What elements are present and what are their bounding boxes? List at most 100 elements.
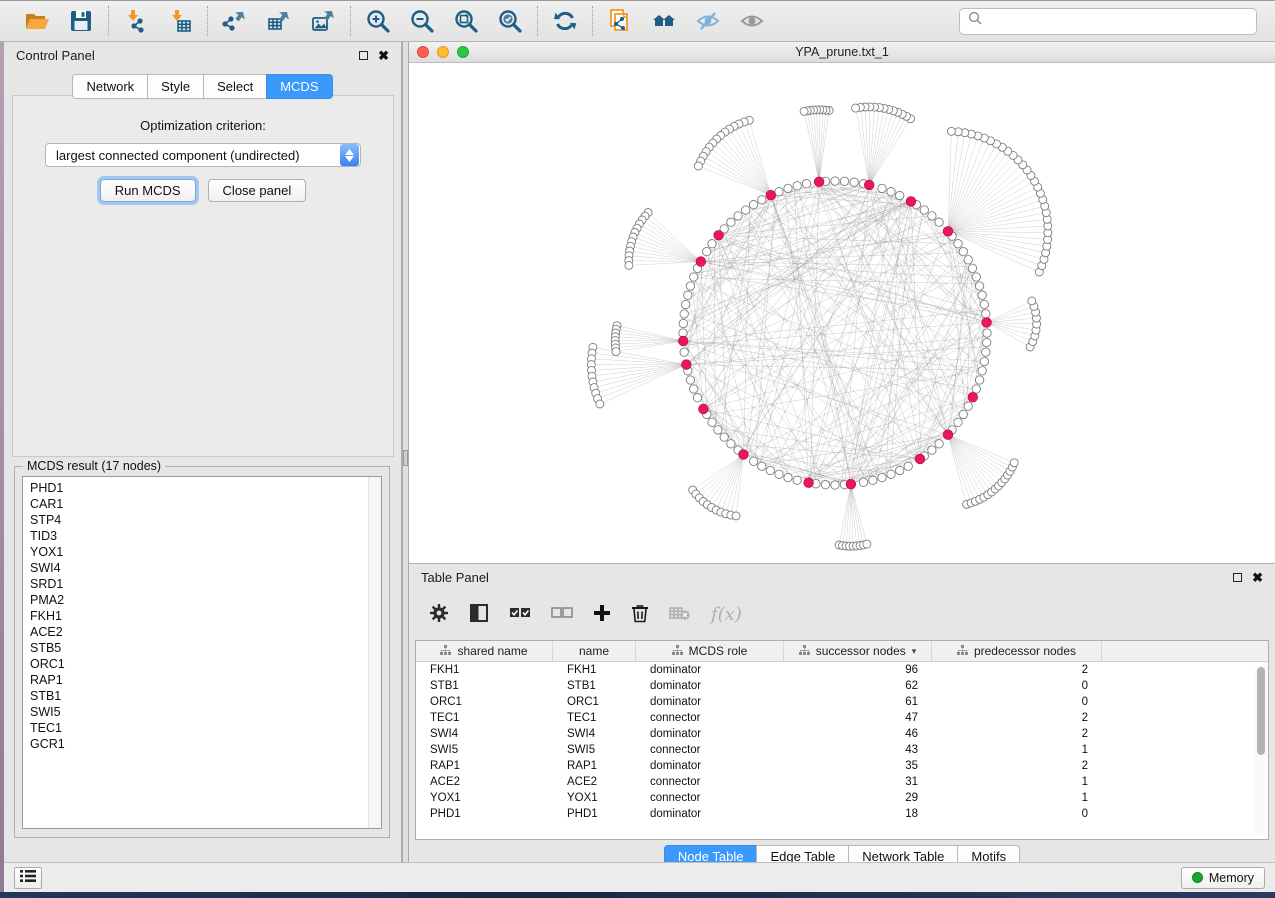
mcds-result-item[interactable]: FKH1	[30, 608, 381, 624]
delete-column-button[interactable]	[631, 601, 649, 627]
table-cell[interactable]: dominator	[636, 758, 784, 774]
table-cell[interactable]: ACE2	[416, 774, 553, 790]
column-header-shared-name[interactable]: shared name	[416, 641, 553, 661]
zoom-in-button[interactable]	[363, 6, 393, 36]
mcds-result-item[interactable]: STB5	[30, 640, 381, 656]
table-cell[interactable]: 35	[784, 758, 932, 774]
tab-style[interactable]: Style	[147, 74, 203, 99]
show-all-button[interactable]	[737, 6, 767, 36]
table-cell[interactable]: connector	[636, 790, 784, 806]
table-scrollbar-thumb[interactable]	[1257, 667, 1265, 755]
import-network-button[interactable]	[121, 6, 151, 36]
table-cell[interactable]: dominator	[636, 806, 784, 822]
mcds-result-scrollbar[interactable]	[368, 477, 381, 828]
table-cell[interactable]: 2	[932, 662, 1102, 678]
network-canvas[interactable]	[409, 63, 1275, 562]
panel-splitter[interactable]	[402, 42, 409, 862]
share-document-button[interactable]	[605, 6, 635, 36]
table-cell[interactable]: connector	[636, 742, 784, 758]
tab-network[interactable]: Network	[72, 74, 147, 99]
table-cell[interactable]: 31	[784, 774, 932, 790]
save-session-button[interactable]	[66, 6, 96, 36]
mcds-result-item[interactable]: TEC1	[30, 720, 381, 736]
table-cell[interactable]: SWI5	[416, 742, 553, 758]
mcds-result-item[interactable]: ORC1	[30, 656, 381, 672]
table-cell[interactable]: 2	[932, 758, 1102, 774]
table-row[interactable]: STB1STB1dominator620	[416, 678, 1268, 694]
mcds-result-item[interactable]: PHD1	[30, 480, 381, 496]
table-cell[interactable]: SWI4	[553, 726, 636, 742]
search-box[interactable]	[959, 8, 1257, 35]
criterion-dropdown[interactable]: largest connected component (undirected)	[45, 143, 361, 167]
table-cell[interactable]: 61	[784, 694, 932, 710]
column-header-successor-nodes[interactable]: successor nodes▾	[784, 641, 932, 661]
table-row[interactable]: ORC1ORC1dominator610	[416, 694, 1268, 710]
column-header-MCDS-role[interactable]: MCDS role	[636, 641, 784, 661]
table-cell[interactable]: connector	[636, 774, 784, 790]
mcds-result-item[interactable]: PMA2	[30, 592, 381, 608]
open-file-button[interactable]	[22, 6, 52, 36]
table-row[interactable]: SWI5SWI5connector431	[416, 742, 1268, 758]
tab-mcds[interactable]: MCDS	[266, 74, 332, 99]
table-cell[interactable]: 0	[932, 694, 1102, 710]
mcds-result-item[interactable]: RAP1	[30, 672, 381, 688]
table-cell[interactable]: ORC1	[416, 694, 553, 710]
table-cell[interactable]: 0	[932, 806, 1102, 822]
export-network-button[interactable]	[220, 6, 250, 36]
table-cell[interactable]: connector	[636, 710, 784, 726]
table-row[interactable]: TEC1TEC1connector472	[416, 710, 1268, 726]
network-graph[interactable]	[409, 63, 1275, 562]
mcds-result-item[interactable]: SWI4	[30, 560, 381, 576]
zoom-selected-button[interactable]	[495, 6, 525, 36]
float-table-panel-button[interactable]	[1233, 573, 1242, 582]
hide-selected-button[interactable]	[693, 6, 723, 36]
memory-button[interactable]: Memory	[1181, 867, 1265, 889]
column-header-predecessor-nodes[interactable]: predecessor nodes	[932, 641, 1102, 661]
table-cell[interactable]: dominator	[636, 726, 784, 742]
table-cell[interactable]: PHD1	[553, 806, 636, 822]
mcds-result-item[interactable]: GCR1	[30, 736, 381, 752]
run-mcds-button[interactable]: Run MCDS	[100, 179, 196, 202]
zoom-out-button[interactable]	[407, 6, 437, 36]
select-all-checkbox-button[interactable]	[509, 601, 531, 627]
table-cell[interactable]: TEC1	[553, 710, 636, 726]
table-cell[interactable]: YOX1	[416, 790, 553, 806]
table-cell[interactable]: 1	[932, 774, 1102, 790]
table-scrollbar[interactable]	[1255, 665, 1267, 835]
table-cell[interactable]: 47	[784, 710, 932, 726]
show-columns-button[interactable]	[469, 601, 489, 627]
table-cell[interactable]: 0	[932, 678, 1102, 694]
mcds-result-item[interactable]: TID3	[30, 528, 381, 544]
table-cell[interactable]: 62	[784, 678, 932, 694]
table-cell[interactable]: 1	[932, 742, 1102, 758]
mcds-result-item[interactable]: STP4	[30, 512, 381, 528]
table-cell[interactable]: PHD1	[416, 806, 553, 822]
export-image-button[interactable]	[308, 6, 338, 36]
tab-select[interactable]: Select	[203, 74, 266, 99]
table-cell[interactable]: 96	[784, 662, 932, 678]
deselect-all-checkbox-button[interactable]	[551, 601, 573, 627]
table-cell[interactable]: FKH1	[553, 662, 636, 678]
mcds-result-item[interactable]: YOX1	[30, 544, 381, 560]
table-cell[interactable]: SWI4	[416, 726, 553, 742]
float-panel-button[interactable]	[359, 51, 368, 60]
table-cell[interactable]: FKH1	[416, 662, 553, 678]
table-cell[interactable]: TEC1	[416, 710, 553, 726]
mcds-result-item[interactable]: ACE2	[30, 624, 381, 640]
table-row[interactable]: RAP1RAP1dominator352	[416, 758, 1268, 774]
zoom-fit-button[interactable]	[451, 6, 481, 36]
table-row[interactable]: YOX1YOX1connector291	[416, 790, 1268, 806]
table-cell[interactable]: dominator	[636, 694, 784, 710]
table-cell[interactable]: RAP1	[553, 758, 636, 774]
table-cell[interactable]: 2	[932, 726, 1102, 742]
column-header-name[interactable]: name	[553, 641, 636, 661]
table-cell[interactable]: YOX1	[553, 790, 636, 806]
first-neighbors-button[interactable]	[649, 6, 679, 36]
refresh-button[interactable]	[550, 6, 580, 36]
close-table-panel-button[interactable]: ✖	[1252, 571, 1263, 584]
mcds-result-item[interactable]: SRD1	[30, 576, 381, 592]
table-cell[interactable]: STB1	[416, 678, 553, 694]
table-cell[interactable]: ACE2	[553, 774, 636, 790]
network-window-titlebar[interactable]: YPA_prune.txt_1	[409, 42, 1275, 63]
table-cell[interactable]: RAP1	[416, 758, 553, 774]
